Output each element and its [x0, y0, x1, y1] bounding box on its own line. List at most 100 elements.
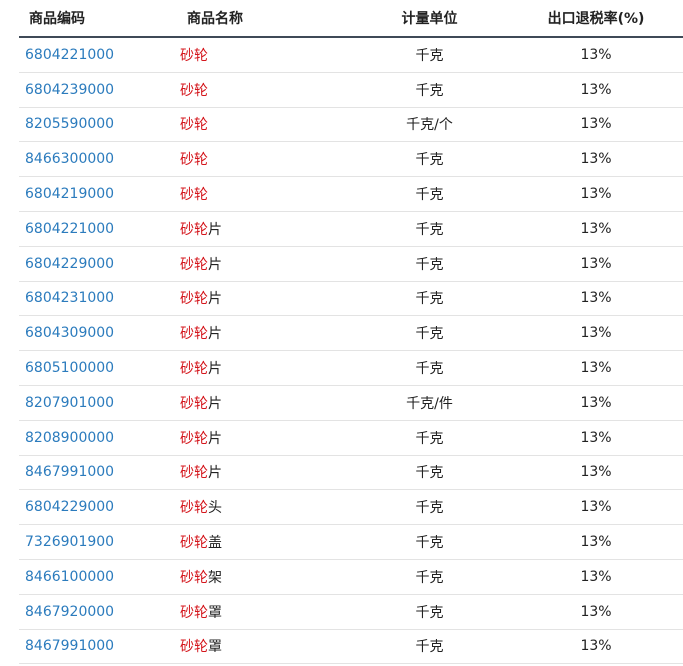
- product-code-link[interactable]: 6804309000: [19, 315, 174, 352]
- tax-rate-table: 商品编码 商品名称 计量单位 出口退税率(%) 6804221000 砂轮 千克 13…: [19, 0, 683, 665]
- product-name-highlight: 砂轮: [180, 535, 208, 552]
- header-unit: 计量单位: [339, 0, 489, 38]
- table-body: 6804221000 砂轮 千克 13% 6804239000 砂轮 千克 13% 820559…: [19, 37, 683, 665]
- product-name-highlight: 砂轮: [180, 604, 208, 621]
- product-code-link[interactable]: 8467920000: [19, 594, 174, 630]
- unit-cell: 千克: [339, 141, 489, 178]
- product-name-cell: 砂轮: [174, 107, 339, 143]
- product-code-link[interactable]: 8467991000: [19, 629, 174, 665]
- rebate-rate-cell: 13%: [489, 211, 683, 247]
- table-row: 6804231000 砂轮片 千克 13%: [19, 281, 683, 317]
- product-name-cell: 砂轮架: [174, 559, 339, 595]
- product-name-highlight: 砂轮: [180, 256, 208, 273]
- product-name-cell: 砂轮头: [174, 489, 339, 526]
- rebate-rate-cell: 13%: [489, 385, 683, 421]
- rebate-rate-cell: 13%: [489, 420, 683, 456]
- product-code-link[interactable]: 7326901900: [19, 524, 174, 560]
- product-code-link[interactable]: 8207901000: [19, 385, 174, 421]
- product-name-highlight: 砂轮: [180, 117, 208, 134]
- rebate-rate-cell: 13%: [489, 37, 683, 73]
- product-code-link[interactable]: 6804239000: [19, 72, 174, 108]
- product-name-suffix: 片: [208, 361, 222, 378]
- product-name-highlight: 砂轮: [180, 291, 208, 308]
- unit-cell: 千克/件: [339, 385, 489, 421]
- rebate-rate-cell: 13%: [489, 350, 683, 386]
- product-code-link[interactable]: 8205590000: [19, 107, 174, 143]
- product-name-highlight: 砂轮: [180, 361, 208, 378]
- tax-rate-table-container: 商品编码 商品名称 计量单位 出口退税率(%) 6804221000 砂轮 千克 13…: [0, 0, 683, 666]
- product-name-cell: 砂轮片: [174, 281, 339, 317]
- table-row: 6804219000 砂轮 千克 13%: [19, 176, 683, 212]
- product-code-link[interactable]: 6804219000: [19, 176, 174, 212]
- product-code-link[interactable]: 6804229000: [19, 246, 174, 282]
- table-row: 8466300000 砂轮 千克 13%: [19, 141, 683, 178]
- product-name-suffix: 片: [208, 395, 222, 412]
- rebate-rate-cell: 13%: [489, 315, 683, 352]
- unit-cell: 千克: [339, 629, 489, 665]
- product-name-highlight: 砂轮: [180, 500, 208, 517]
- table-row: 8205590000 砂轮 千克/个 13%: [19, 107, 683, 143]
- rebate-rate-cell: 13%: [489, 141, 683, 178]
- product-name-cell: 砂轮片: [174, 385, 339, 421]
- product-name-highlight: 砂轮: [180, 152, 208, 169]
- product-name-cell: 砂轮片: [174, 246, 339, 282]
- table-header: 商品编码 商品名称 计量单位 出口退税率(%): [19, 0, 683, 38]
- product-name-suffix: 片: [208, 221, 222, 238]
- product-name-cell: 砂轮盖: [174, 524, 339, 560]
- rebate-rate-cell: 13%: [489, 246, 683, 282]
- unit-cell: 千克: [339, 455, 489, 491]
- table-row: 6804221000 砂轮 千克 13%: [19, 37, 683, 73]
- product-name-highlight: 砂轮: [180, 326, 208, 343]
- rebate-rate-cell: 13%: [489, 455, 683, 491]
- product-name-highlight: 砂轮: [180, 395, 208, 412]
- rebate-rate-cell: 13%: [489, 281, 683, 317]
- product-name-highlight: 砂轮: [180, 221, 208, 238]
- product-code-link[interactable]: 8467991000: [19, 455, 174, 491]
- product-name-cell: 砂轮片: [174, 350, 339, 386]
- product-name-suffix: 片: [208, 256, 222, 273]
- table-row: 8208900000 砂轮片 千克 13%: [19, 420, 683, 456]
- unit-cell: 千克: [339, 176, 489, 212]
- rebate-rate-cell: 13%: [489, 72, 683, 108]
- product-name-suffix: 架: [208, 569, 222, 586]
- product-name-cell: 砂轮: [174, 141, 339, 178]
- unit-cell: 千克: [339, 420, 489, 456]
- table-row: 6804309000 砂轮片 千克 13%: [19, 315, 683, 352]
- unit-cell: 千克: [339, 315, 489, 352]
- product-code-link[interactable]: 8466300000: [19, 141, 174, 178]
- product-name-highlight: 砂轮: [180, 465, 208, 482]
- unit-cell: 千克: [339, 281, 489, 317]
- unit-cell: 千克: [339, 489, 489, 526]
- table-row: 8207901000 砂轮片 千克/件 13%: [19, 385, 683, 421]
- table-row: 8467920000 砂轮罩 千克 13%: [19, 594, 683, 630]
- unit-cell: 千克/个: [339, 107, 489, 143]
- unit-cell: 千克: [339, 524, 489, 560]
- rebate-rate-cell: 13%: [489, 594, 683, 630]
- product-name-suffix: 片: [208, 430, 222, 447]
- product-name-suffix: 罩: [208, 604, 222, 621]
- product-name-cell: 砂轮片: [174, 315, 339, 352]
- table-row: 6804221000 砂轮片 千克 13%: [19, 211, 683, 247]
- product-name-highlight: 砂轮: [180, 187, 208, 204]
- unit-cell: 千克: [339, 37, 489, 73]
- product-name-suffix: 盖: [208, 535, 222, 552]
- product-code-link[interactable]: 6804221000: [19, 37, 174, 73]
- product-code-link[interactable]: 6804231000: [19, 281, 174, 317]
- product-code-link[interactable]: 6805100000: [19, 350, 174, 386]
- table-row: 8466100000 砂轮架 千克 13%: [19, 559, 683, 595]
- product-code-link[interactable]: 6804221000: [19, 211, 174, 247]
- table-row: 6804229000 砂轮头 千克 13%: [19, 489, 683, 526]
- product-name-highlight: 砂轮: [180, 47, 208, 64]
- unit-cell: 千克: [339, 211, 489, 247]
- product-code-link[interactable]: 8466100000: [19, 559, 174, 595]
- product-name-suffix: 罩: [208, 639, 222, 656]
- unit-cell: 千克: [339, 350, 489, 386]
- product-code-link[interactable]: 8208900000: [19, 420, 174, 456]
- table-row: 7326901900 砂轮盖 千克 13%: [19, 524, 683, 560]
- product-name-highlight: 砂轮: [180, 430, 208, 447]
- table-row: 6804229000 砂轮片 千克 13%: [19, 246, 683, 282]
- rebate-rate-cell: 13%: [489, 559, 683, 595]
- product-name-suffix: 片: [208, 326, 222, 343]
- product-code-link[interactable]: 6804229000: [19, 489, 174, 526]
- table-row: 6805100000 砂轮片 千克 13%: [19, 350, 683, 386]
